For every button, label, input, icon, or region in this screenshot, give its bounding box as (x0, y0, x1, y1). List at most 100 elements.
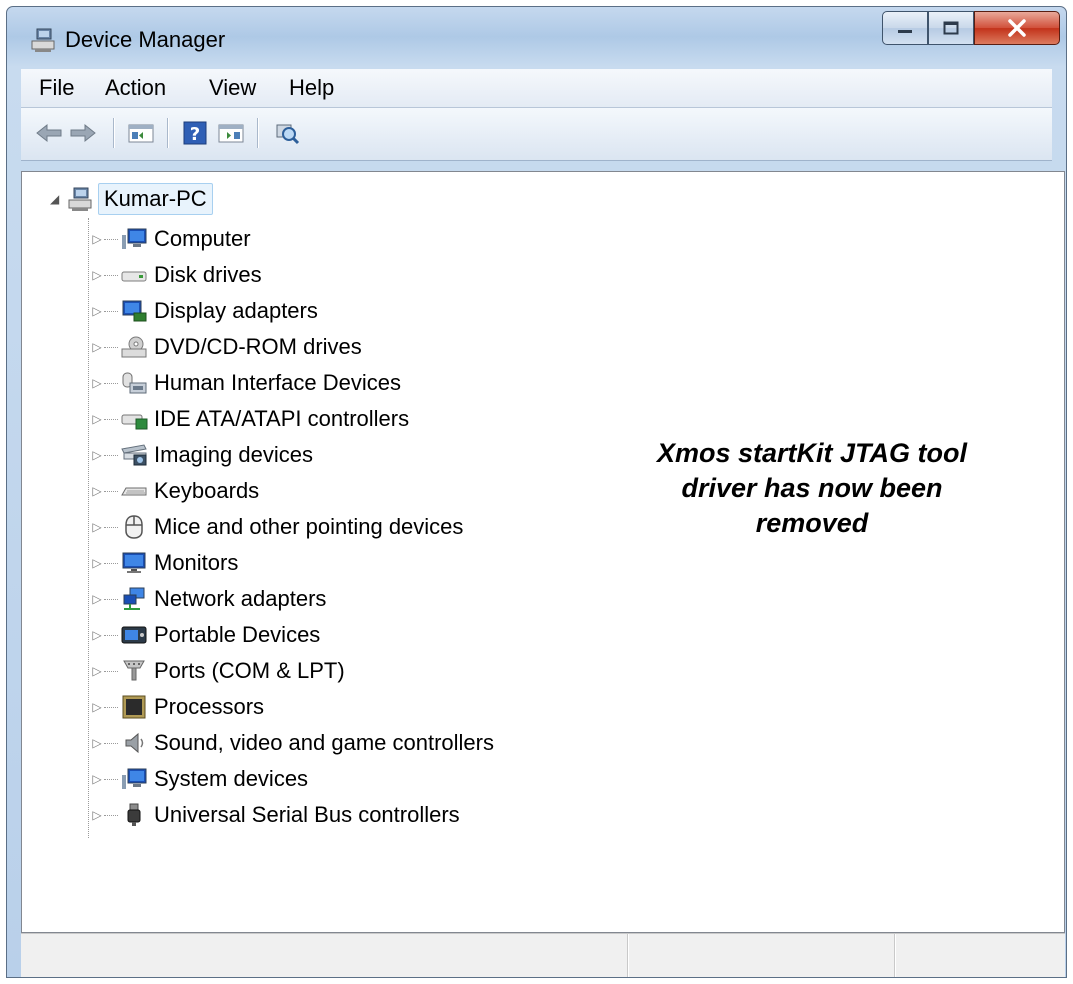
back-arrow-icon (36, 123, 62, 143)
tree-item-label: Universal Serial Bus controllers (154, 802, 460, 827)
tree-item-label: Keyboards (154, 478, 260, 503)
tree-item-label: Network adapters (154, 586, 327, 611)
expand-arrow-icon[interactable]: ▷ (90, 304, 104, 318)
expand-arrow-icon[interactable]: ▷ (90, 484, 104, 498)
help-icon: ? (183, 121, 207, 145)
tree-item-mice-and-other-pointing-devices[interactable]: ▷ Mice and other pointing devices (90, 510, 463, 544)
annotation-line: driver has now been (681, 473, 943, 503)
status-bar (21, 933, 1065, 977)
computer-icon (122, 228, 147, 249)
svg-text:?: ? (190, 124, 200, 145)
show-hide-console-tree-button[interactable] (127, 120, 155, 146)
menu-action[interactable]: Action (105, 75, 166, 101)
tree-item-ide-ata-atapi-controllers[interactable]: ▷ IDE ATA/ATAPI controllers (90, 402, 409, 436)
close-button[interactable] (974, 11, 1060, 45)
annotation-line: removed (755, 508, 869, 538)
expand-arrow-icon[interactable]: ▷ (90, 376, 104, 390)
menu-bar: File Action View Help (21, 69, 1052, 108)
minimize-button[interactable] (882, 11, 928, 45)
help-button[interactable]: ? (181, 120, 209, 146)
tree-item-display-adapters[interactable]: ▷ Display adapters (90, 294, 318, 328)
tree-item-disk-drives[interactable]: ▷ Disk drives (90, 258, 262, 292)
annotation-line: Xmos startKit JTAG tool (656, 438, 968, 468)
menu-help[interactable]: Help (289, 75, 334, 101)
tree-item-label: Computer (154, 226, 251, 251)
expand-arrow-icon[interactable]: ▷ (90, 448, 104, 462)
tree-item-label: Mice and other pointing devices (154, 514, 464, 539)
expand-arrow-icon[interactable]: ▷ (90, 232, 104, 246)
speaker-icon (125, 732, 144, 754)
device-manager-window: Device Manager File Action View Help ? ◢… (6, 6, 1067, 978)
tree-item-dvd-cd-rom-drives[interactable]: ▷ DVD/CD-ROM drives (90, 330, 362, 364)
status-pane-secondary (628, 934, 895, 977)
tree-item-label: Sound, video and game controllers (154, 730, 494, 755)
imaging-device-icon (121, 444, 147, 466)
device-manager-app-icon (31, 28, 55, 52)
toolbar: ? (21, 108, 1052, 161)
expand-arrow-icon[interactable]: ▷ (90, 664, 104, 678)
toolbar-separator (167, 118, 168, 148)
status-pane-main (21, 934, 628, 977)
ide-controller-icon (121, 414, 148, 430)
processor-icon (122, 695, 146, 719)
caption-buttons (882, 11, 1060, 49)
expand-arrow-icon[interactable]: ▷ (90, 628, 104, 642)
system-device-icon (122, 768, 147, 789)
display-adapter-icon (122, 300, 147, 322)
expand-arrow-icon[interactable]: ▷ (90, 268, 104, 282)
tree-item-ports-com-lpt[interactable]: ▷ Ports (COM & LPT) (90, 654, 344, 688)
tree-item-label: Processors (154, 694, 265, 719)
tree-item-human-interface-devices[interactable]: ▷ Human Interface Devices (90, 366, 401, 400)
expand-arrow-icon[interactable]: ▷ (90, 772, 104, 786)
toolbar-separator (257, 118, 258, 148)
maximize-button[interactable] (928, 11, 974, 45)
device-tree-panel[interactable]: ◢ Kumar-PC ▷ Computer ▷ Disk drives ▷ Di… (21, 171, 1065, 933)
portable-device-icon (121, 626, 147, 644)
expand-arrow-icon[interactable]: ▷ (90, 700, 104, 714)
expand-arrow-icon[interactable]: ▷ (90, 808, 104, 822)
title-bar[interactable]: Device Manager (7, 7, 1066, 69)
tree-item-monitors[interactable]: ▷ Monitors (90, 546, 238, 580)
tree-item-label: Disk drives (154, 262, 262, 287)
keyboard-icon (121, 487, 147, 496)
disk-drive-icon (121, 271, 147, 282)
tree-connector-line (88, 218, 89, 838)
tree-item-network-adapters[interactable]: ▷ Network adapters (90, 582, 326, 616)
collapse-icon[interactable]: ◢ (50, 192, 59, 206)
tree-item-keyboards[interactable]: ▷ Keyboards (90, 474, 259, 508)
port-icon (123, 660, 145, 681)
tree-item-label: Display adapters (154, 298, 318, 323)
usb-icon (127, 803, 141, 826)
monitor-icon (122, 552, 146, 573)
expand-arrow-icon[interactable]: ▷ (90, 736, 104, 750)
tree-root-label[interactable]: Kumar-PC (98, 183, 213, 215)
tree-item-label: Human Interface Devices (154, 370, 401, 395)
dvd-drive-icon (121, 336, 147, 358)
annotation-text: Xmos startKit JTAG tool driver has now b… (602, 436, 1022, 541)
tree-item-universal-serial-bus-controllers[interactable]: ▷ Universal Serial Bus controllers (90, 798, 460, 832)
tree-item-sound-video-and-game-controllers[interactable]: ▷ Sound, video and game controllers (90, 726, 494, 760)
expand-arrow-icon[interactable]: ▷ (90, 520, 104, 534)
maximize-icon (943, 21, 959, 35)
tree-root[interactable]: Kumar-PC (66, 182, 213, 216)
expand-arrow-icon[interactable]: ▷ (90, 340, 104, 354)
expand-arrow-icon[interactable]: ▷ (90, 556, 104, 570)
window-title: Device Manager (65, 27, 226, 52)
tree-item-computer[interactable]: ▷ Computer (90, 222, 251, 256)
show-hide-action-pane-button[interactable] (217, 120, 245, 146)
tree-item-system-devices[interactable]: ▷ System devices (90, 762, 308, 796)
menu-view[interactable]: View (209, 75, 256, 101)
expand-arrow-icon[interactable]: ▷ (90, 412, 104, 426)
tree-item-portable-devices[interactable]: ▷ Portable Devices (90, 618, 320, 652)
back-button[interactable] (35, 120, 63, 146)
tree-item-label: Monitors (154, 550, 239, 575)
mouse-icon (125, 515, 143, 539)
network-adapter-icon (123, 587, 145, 610)
tree-item-label: DVD/CD-ROM drives (154, 334, 362, 359)
tree-item-imaging-devices[interactable]: ▷ Imaging devices (90, 438, 313, 472)
menu-file[interactable]: File (39, 75, 74, 101)
expand-arrow-icon[interactable]: ▷ (90, 592, 104, 606)
forward-button[interactable] (69, 120, 97, 146)
tree-item-processors[interactable]: ▷ Processors (90, 690, 264, 724)
scan-hardware-changes-button[interactable] (273, 120, 301, 146)
